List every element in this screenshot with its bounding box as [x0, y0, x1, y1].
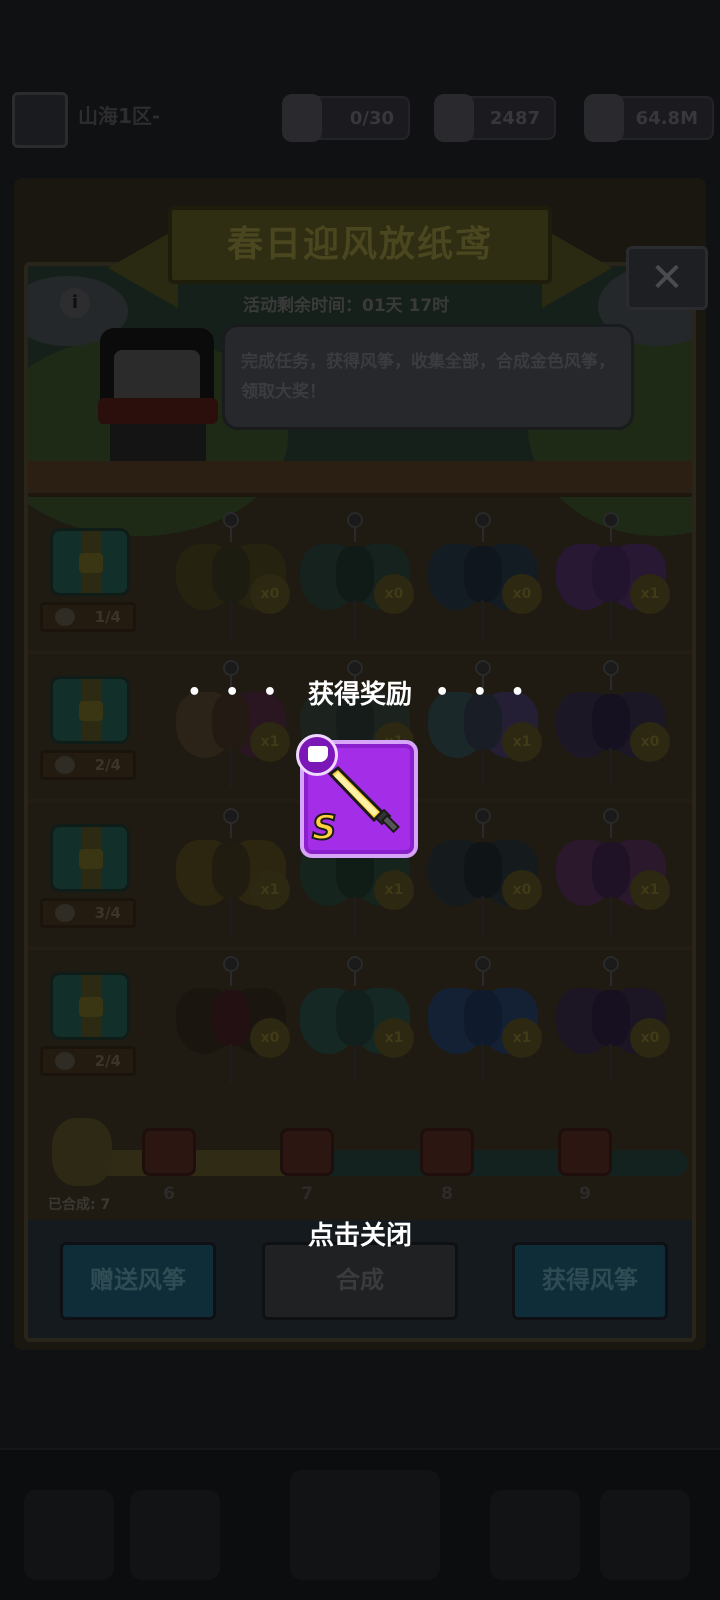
- kite-count-badge: x0: [630, 1018, 670, 1058]
- kite-mini-icon: [55, 756, 75, 774]
- player-name: 山海1区-: [78, 104, 161, 128]
- energy-icon: [282, 94, 322, 142]
- coin-value: 64.8M: [635, 108, 698, 129]
- kite-count-badge: x0: [502, 574, 542, 614]
- kite-count-badge: x1: [250, 870, 290, 910]
- close-event-button[interactable]: ✕: [626, 246, 708, 310]
- kite-count-badge: x1: [502, 722, 542, 762]
- decorative-dots-right: • • •: [435, 680, 533, 705]
- nav-slot-1: [24, 1490, 114, 1580]
- milestone-number: 6: [163, 1184, 175, 1204]
- top-resource-bar: 山海1区- 0/30 2487 64.8M: [0, 78, 720, 156]
- kite-count-badge: x0: [630, 722, 670, 762]
- nav-slot-center: [290, 1470, 440, 1580]
- row-progress: 1/4: [40, 602, 136, 632]
- energy-value: 0/30: [349, 108, 394, 129]
- event-title-banner: 春日迎风放纸鸢: [108, 206, 612, 308]
- resource-gems: 2487: [434, 94, 556, 142]
- item-grade: S: [311, 807, 337, 849]
- bottom-navigation: [0, 1448, 720, 1600]
- kite-count-badge: x1: [250, 722, 290, 762]
- merge-button[interactable]: 合成: [262, 1242, 458, 1320]
- row-reward-chest[interactable]: [50, 972, 130, 1040]
- row-reward-chest[interactable]: [50, 528, 130, 596]
- ribbon-right: [542, 228, 612, 308]
- gem-value: 2487: [489, 108, 540, 129]
- lock-icon: [79, 849, 103, 869]
- milestone-number: 7: [301, 1184, 313, 1204]
- coin-icon: [584, 94, 624, 142]
- kite-count-badge: x1: [630, 870, 670, 910]
- kite-card[interactable]: x0: [428, 808, 542, 940]
- resource-energy: 0/30: [282, 94, 410, 142]
- kite-card[interactable]: x1: [556, 512, 670, 644]
- milestone-chest[interactable]: [142, 1128, 196, 1176]
- lock-icon: [79, 553, 103, 573]
- kite-card[interactable]: x0: [176, 956, 290, 1088]
- reward-item-card[interactable]: S: [296, 734, 418, 858]
- kite-count-badge: x1: [630, 574, 670, 614]
- weapon-type-icon: [308, 746, 328, 762]
- milestone-number: 8: [441, 1184, 453, 1204]
- hero-scarf: [98, 398, 218, 424]
- gem-icon: [434, 94, 474, 142]
- gift-kite-button[interactable]: 赠送风筝: [60, 1242, 216, 1320]
- lock-icon: [79, 997, 103, 1017]
- speech-bubble: 完成任务，获得风筝，收集全部，合成金色风筝，领取大奖！: [222, 324, 634, 430]
- merge-progress: 6 7 8 9 已合成: 7: [28, 1114, 692, 1214]
- kite-count-badge: x0: [374, 574, 414, 614]
- kite-card[interactable]: x0: [176, 512, 290, 644]
- scene-shelf: [28, 461, 692, 497]
- kite-mini-icon: [55, 608, 75, 626]
- kite-card[interactable]: x0: [556, 956, 670, 1088]
- nav-slot-2: [130, 1490, 220, 1580]
- nav-slot-5: [600, 1490, 690, 1580]
- kite-card[interactable]: x1: [176, 808, 290, 940]
- kite-card[interactable]: x0: [300, 512, 414, 644]
- kite-card[interactable]: x1: [428, 956, 542, 1088]
- kite-card[interactable]: x1: [556, 808, 670, 940]
- obtain-kite-button[interactable]: 获得风筝: [512, 1242, 668, 1320]
- kite-count-badge: x0: [250, 574, 290, 614]
- event-title: 春日迎风放纸鸢: [226, 224, 493, 265]
- kite-count-badge: x1: [374, 1018, 414, 1058]
- row-progress: 3/4: [40, 898, 136, 928]
- milestone-chest[interactable]: [558, 1128, 612, 1176]
- kite-count-badge: x0: [250, 1018, 290, 1058]
- merged-count-label: 已合成: 7: [48, 1197, 111, 1213]
- decorative-dots-left: • • •: [187, 680, 285, 705]
- resource-coins: 64.8M: [584, 94, 714, 142]
- milestone-chest[interactable]: [420, 1128, 474, 1176]
- tap-to-close-hint[interactable]: 点击关闭: [0, 1215, 720, 1252]
- banner-plate: 春日迎风放纸鸢: [168, 206, 552, 284]
- kite-card[interactable]: x0: [428, 512, 542, 644]
- event-description: 完成任务，获得风筝，收集全部，合成金色风筝，领取大奖！: [241, 352, 615, 402]
- hero-face: [114, 350, 200, 404]
- kite-row-4: 2/4 x0 x1 x1 x0: [28, 950, 692, 1098]
- row-progress: 2/4: [40, 750, 136, 780]
- kite-row-1: 1/4 x0 x0 x0 x1: [28, 506, 692, 654]
- row-progress: 2/4: [40, 1046, 136, 1076]
- kite-count-badge: x0: [502, 870, 542, 910]
- info-icon[interactable]: i: [60, 288, 90, 318]
- player-avatar: [12, 92, 68, 148]
- milestone-chest[interactable]: [280, 1128, 334, 1176]
- row-reward-chest[interactable]: [50, 824, 130, 892]
- golden-kite-icon: [52, 1118, 112, 1186]
- reward-header: • • • 获得奖励 • • •: [0, 674, 720, 714]
- milestone-number: 9: [579, 1184, 591, 1204]
- kite-mini-icon: [55, 1052, 75, 1070]
- kite-count-badge: x1: [374, 870, 414, 910]
- kite-mini-icon: [55, 904, 75, 922]
- nav-slot-4: [490, 1490, 580, 1580]
- reward-title: 获得奖励: [307, 680, 412, 710]
- kite-card[interactable]: x1: [300, 956, 414, 1088]
- kite-count-badge: x1: [502, 1018, 542, 1058]
- game-screen[interactable]: 山海1区- 0/30 2487 64.8M i 活动剩余时间：01天 17时 完…: [0, 0, 720, 1600]
